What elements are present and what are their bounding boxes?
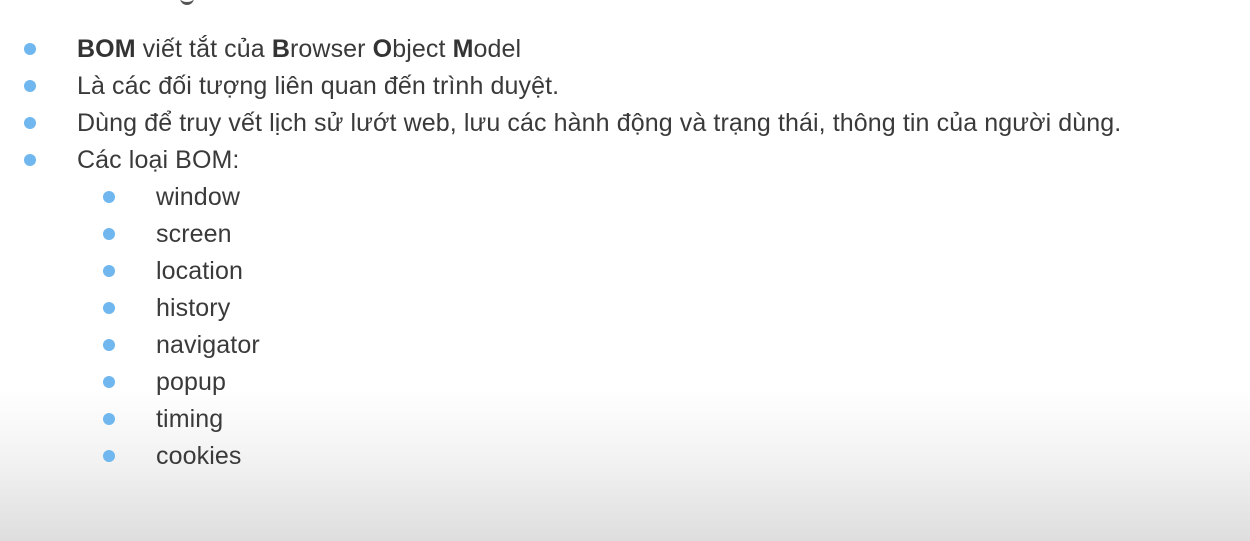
bullet-text: Là các đối tượng liên quan đến trình duy…	[77, 72, 560, 100]
letter-b: B	[271, 35, 290, 63]
bullet-dot-icon	[24, 154, 36, 166]
bullet-dot-icon	[103, 228, 115, 240]
bullet-dot-icon	[24, 117, 36, 129]
bullet-dot-icon	[103, 376, 115, 388]
bom-abbr: BOM	[77, 35, 136, 63]
bullet-dot-icon	[103, 191, 115, 203]
slide: BOM viết tắt của Browser Object Model Là…	[0, 0, 1250, 541]
bom-definition-text: BOM viết tắt của Browser Object Model	[77, 31, 521, 68]
bom-type-label: cookies	[156, 442, 242, 470]
bom-type-label: location	[156, 257, 243, 285]
word-object-rest: bject	[392, 35, 453, 63]
bom-type-label: window	[156, 183, 240, 211]
bullet-dot-icon	[103, 339, 115, 351]
bom-type-label: timing	[156, 405, 224, 433]
bullet-dot-icon	[24, 43, 36, 55]
word-browser-rest: rowser	[290, 35, 373, 63]
bullet-dot-icon	[103, 265, 115, 277]
bom-type-label: screen	[156, 220, 232, 248]
bom-type-label: history	[156, 294, 231, 322]
bullet-dot-icon	[103, 450, 115, 462]
bullet-dot-icon	[24, 80, 36, 92]
bullet-dot-icon	[103, 413, 115, 425]
bullet-text: Các loại BOM:	[77, 146, 240, 174]
letter-o: O	[372, 35, 393, 63]
clipped-title-fragment	[180, 0, 194, 5]
bom-type-label: navigator	[156, 331, 260, 359]
bom-abbr-connector: viết tắt của	[135, 35, 272, 63]
letter-m: M	[452, 35, 474, 63]
bullet-dot-icon	[103, 302, 115, 314]
bullet-text: Dùng để truy vết lịch sử lướt web, lưu c…	[77, 109, 1122, 137]
word-model-rest: odel	[473, 35, 522, 63]
bom-type-label: popup	[156, 368, 227, 396]
